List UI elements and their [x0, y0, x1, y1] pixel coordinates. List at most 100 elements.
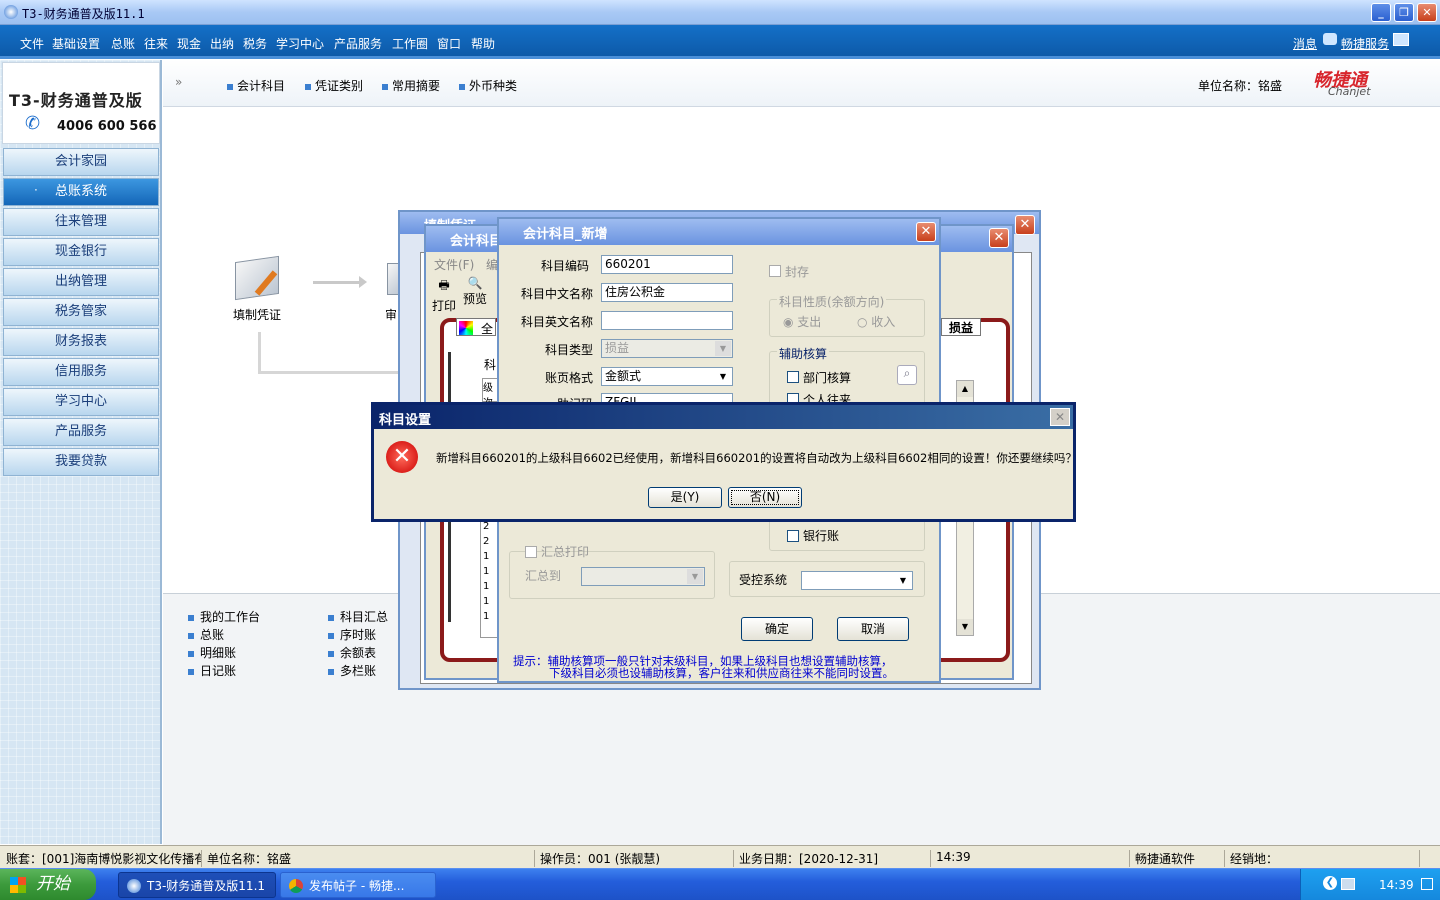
dept-checkbox[interactable] — [787, 371, 799, 383]
menu-ar-ap[interactable]: 往来 — [144, 35, 168, 52]
credit-radio[interactable]: ○ 收入 — [857, 313, 895, 330]
menu-workcircle[interactable]: 工作圈 — [392, 35, 428, 52]
nav-loan[interactable]: 我要贷款 — [3, 448, 159, 476]
nav-learning[interactable]: 学习中心 — [3, 388, 159, 416]
chevron-down-icon[interactable]: ▼ — [687, 569, 703, 584]
link-my-workbench[interactable]: 我的工作台 — [188, 608, 260, 625]
link-currencies[interactable]: 外币种类 — [459, 77, 517, 94]
start-button[interactable]: 开始 — [0, 869, 96, 900]
new-account-close[interactable]: ✕ — [916, 222, 936, 242]
menu-file[interactable]: 文件 — [20, 35, 44, 52]
nav-cash-bank[interactable]: 现金银行 — [3, 238, 159, 266]
t3-icon — [127, 879, 141, 893]
alert-titlebar: 科目设置 ✕ — [374, 405, 1073, 429]
menu-cash[interactable]: 现金 — [177, 35, 201, 52]
collapse-icon: ᐧ — [34, 184, 38, 199]
link-multicolumn[interactable]: 多栏账 — [328, 662, 376, 679]
en-name-input[interactable] — [601, 311, 733, 330]
menu-learning[interactable]: 学习中心 — [276, 35, 324, 52]
menu-tax[interactable]: 税务 — [243, 35, 267, 52]
summary-to-select[interactable]: ▼ — [581, 567, 705, 586]
link-voucher-types[interactable]: 凭证类别 — [305, 77, 363, 94]
chevron-down-icon[interactable]: ▼ — [895, 573, 911, 588]
debit-radio[interactable]: ◉ 支出 — [783, 313, 821, 330]
summary-print-label: 汇总打印 — [541, 545, 590, 559]
close-button[interactable]: ✕ — [1417, 3, 1437, 22]
print-icon: 🖶 — [438, 278, 450, 292]
nav-reports[interactable]: 财务报表 — [3, 328, 159, 356]
nav-accounting-home[interactable]: 会计家园 — [3, 148, 159, 176]
task-browser[interactable]: 发布帖子 - 畅捷... — [280, 872, 436, 898]
link-account-summary[interactable]: 科目汇总 — [328, 608, 388, 625]
link-chart-of-accounts[interactable]: 会计科目 — [227, 77, 285, 94]
chevron-down-icon[interactable]: ▼ — [715, 341, 731, 356]
preview-tool[interactable]: 🔍 预览 — [460, 276, 490, 310]
seal-checkbox[interactable] — [769, 265, 781, 277]
nav-credit[interactable]: 信用服务 — [3, 358, 159, 386]
link-journal[interactable]: 日记账 — [188, 662, 236, 679]
link-balance[interactable]: 余额表 — [328, 644, 376, 661]
menu-ledger[interactable]: 总账 — [111, 35, 135, 52]
ok-button[interactable]: 确定 — [741, 617, 813, 641]
link-sequential[interactable]: 序时账 — [328, 626, 376, 643]
bank-checkbox[interactable] — [787, 530, 799, 542]
menu-products[interactable]: 产品服务 — [334, 35, 382, 52]
minimize-button[interactable]: _ — [1371, 3, 1391, 22]
step-audit[interactable]: 审 — [385, 306, 397, 323]
tab-profit-loss[interactable]: 损益 — [941, 318, 981, 336]
scroll-up-arrow[interactable]: ▲ — [957, 381, 973, 397]
search-icon[interactable]: ⌕ — [897, 365, 917, 385]
accounts-window-title: 会计科目 — [450, 234, 503, 249]
task-browser-label: 发布帖子 - 畅捷... — [309, 879, 405, 893]
logo-phone: 4006 600 566 — [57, 119, 157, 134]
nav-general-ledger[interactable]: ᐧ 总账系统 — [3, 178, 159, 206]
chat-icon[interactable] — [1323, 33, 1337, 45]
expand-icon[interactable]: » — [175, 75, 182, 89]
tab-all[interactable]: 全 — [456, 318, 496, 336]
message-link[interactable]: 消息 — [1293, 35, 1317, 52]
nav-products[interactable]: 产品服务 — [3, 418, 159, 446]
status-operator: 操作员：001 (张靓慧) — [536, 850, 734, 867]
nav-cashier[interactable]: 出纳管理 — [3, 268, 159, 296]
level-column: 2 2 1 1 1 1 1 — [480, 518, 498, 638]
link-common-summary[interactable]: 常用摘要 — [382, 77, 440, 94]
link-general-ledger[interactable]: 总账 — [188, 626, 224, 643]
menu-window[interactable]: 窗口 — [437, 35, 461, 52]
step-fill-voucher[interactable]: 填制凭证 — [233, 306, 281, 323]
nav-tax[interactable]: 税务管家 — [3, 298, 159, 326]
menu-cashier[interactable]: 出纳 — [210, 35, 234, 52]
cn-name-input[interactable]: 住房公积金 — [601, 283, 733, 302]
menu-help[interactable]: 帮助 — [471, 35, 495, 52]
print-tool[interactable]: 🖶 打印 — [430, 276, 458, 313]
network-icon[interactable] — [1341, 878, 1355, 890]
code-input[interactable]: 660201 — [601, 255, 733, 274]
aux-label: 辅助核算 — [777, 345, 830, 362]
yes-button[interactable]: 是(Y) — [648, 487, 722, 508]
restore-button[interactable]: ❐ — [1394, 3, 1414, 22]
tray-chevron-icon[interactable]: ❮ — [1323, 876, 1337, 890]
alert-message: 新增科目660201的上级科目6602已经使用，新增科目660201的设置将自动… — [436, 451, 1077, 465]
alert-close-button[interactable]: ✕ — [1050, 408, 1070, 426]
preview-label: 预览 — [462, 292, 487, 306]
service-link[interactable]: 畅捷服务 — [1341, 35, 1389, 52]
nav-ar-ap[interactable]: 往来管理 — [3, 208, 159, 236]
voucher-window-close[interactable]: ✕ — [1015, 215, 1035, 235]
scroll-down-arrow[interactable]: ▼ — [957, 619, 973, 635]
desktop-icon[interactable] — [1421, 878, 1433, 890]
type-select[interactable]: 损益 ▼ — [601, 339, 733, 358]
product-logo: T3-财务通普及版 ✆ 4006 600 566 — [2, 62, 160, 144]
accounts-window-close[interactable]: ✕ — [989, 228, 1009, 248]
summary-print-checkbox[interactable] — [525, 546, 537, 558]
cancel-button[interactable]: 取消 — [837, 617, 909, 641]
chevron-down-icon[interactable]: ▼ — [715, 369, 731, 384]
new-account-title: 会计科目_新增 — [523, 227, 608, 242]
menu-file-mid[interactable]: 文件(F) — [434, 256, 474, 273]
control-select[interactable]: ▼ — [801, 571, 913, 590]
no-button[interactable]: 否(N) — [728, 487, 802, 508]
link-detail-ledger[interactable]: 明细账 — [188, 644, 236, 661]
task-t3[interactable]: T3-财务通普及版11.1 — [118, 872, 276, 898]
menu-basic-settings[interactable]: 基础设置 — [52, 35, 100, 52]
status-vendor: 畅捷通软件 — [1131, 850, 1225, 867]
service-icon[interactable] — [1393, 33, 1409, 46]
format-select[interactable]: 金额式 ▼ — [601, 367, 733, 386]
